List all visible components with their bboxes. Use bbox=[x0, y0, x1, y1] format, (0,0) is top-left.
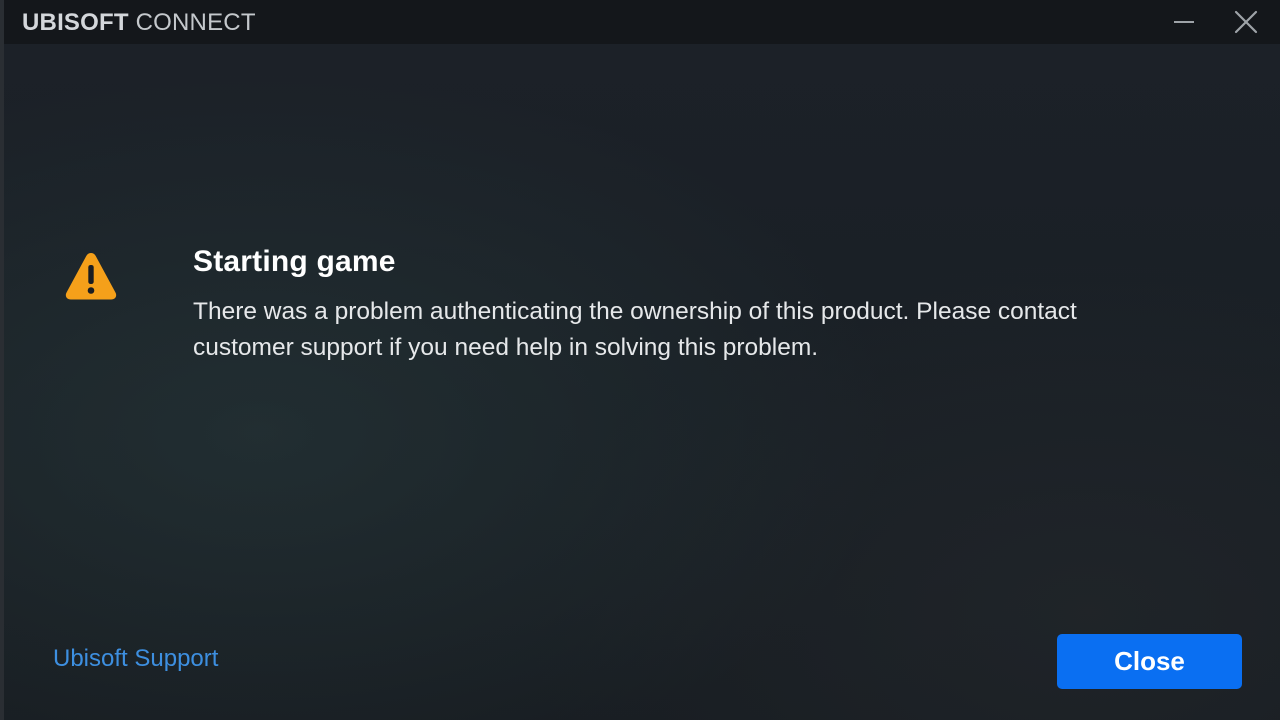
window-close-button[interactable] bbox=[1224, 0, 1268, 44]
ubisoft-connect-window: UBISOFT CONNECT Starting game There was … bbox=[0, 0, 1280, 720]
minimize-button[interactable] bbox=[1162, 0, 1206, 44]
title-bar[interactable]: UBISOFT CONNECT bbox=[4, 0, 1280, 44]
close-button[interactable]: Close bbox=[1057, 634, 1242, 689]
brand-name-strong: UBISOFT bbox=[22, 9, 129, 36]
ubisoft-support-link[interactable]: Ubisoft Support bbox=[53, 645, 218, 673]
brand-name-light: CONNECT bbox=[135, 9, 256, 36]
close-icon bbox=[1234, 10, 1258, 34]
warning-icon bbox=[65, 253, 117, 300]
dialog-message-block: Starting game There was a problem authen… bbox=[193, 244, 1183, 366]
minimize-icon bbox=[1174, 21, 1194, 23]
dialog-title: Starting game bbox=[193, 245, 396, 278]
app-logo: UBISOFT CONNECT bbox=[22, 9, 256, 37]
dialog-message: There was a problem authenticating the o… bbox=[193, 298, 1077, 361]
